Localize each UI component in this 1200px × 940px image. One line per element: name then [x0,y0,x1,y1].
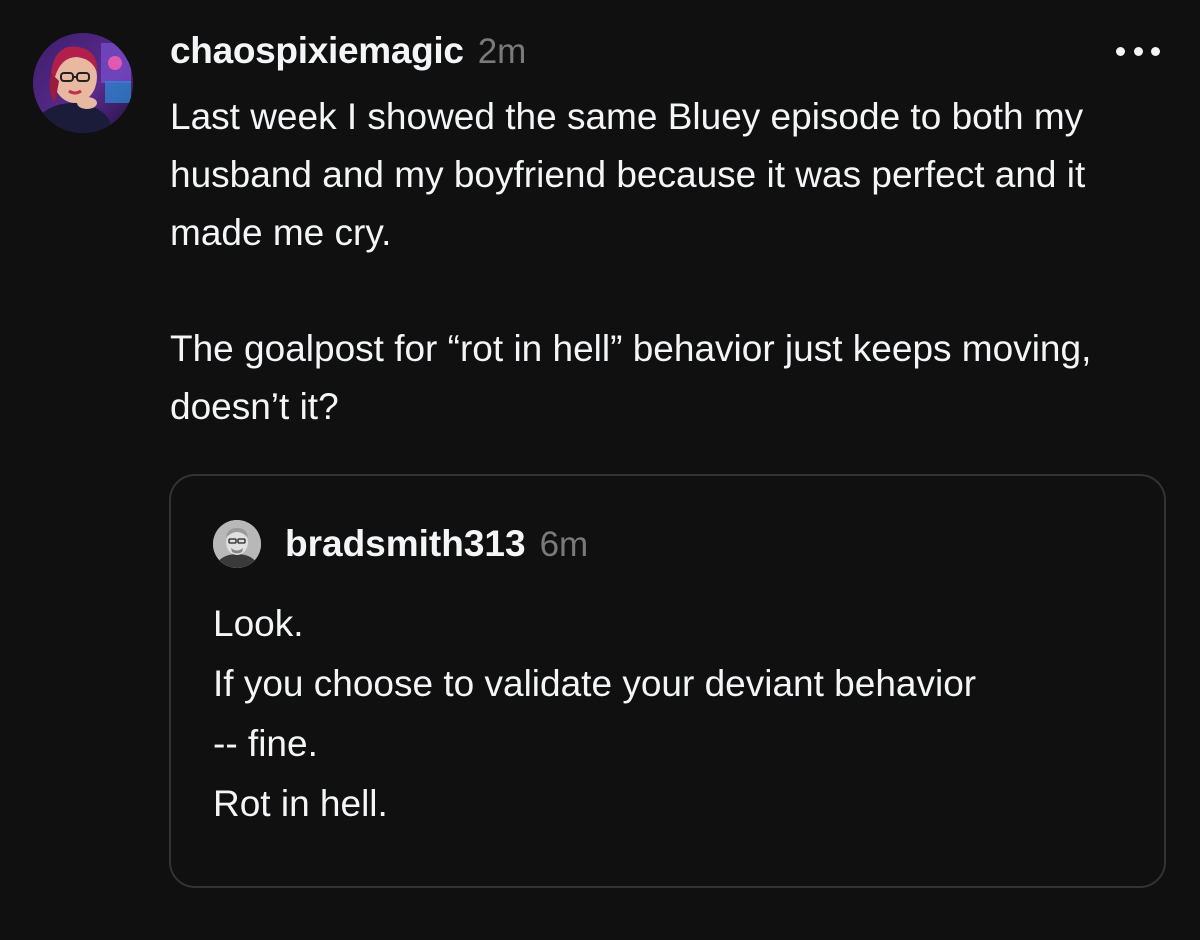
timestamp: 2m [477,32,527,71]
quoted-line: If you choose to validate your deviant b… [213,663,977,704]
quoted-line: Rot in hell. [213,783,388,824]
timestamp: 6m [539,525,589,564]
more-dot [1133,46,1143,56]
avatar-image [33,33,133,133]
more-options-icon[interactable] [1116,36,1160,66]
avatar-image [213,520,261,568]
quoted-line: Look. [213,603,304,644]
post-paragraph: The goalpost for “rot in hell” behavior … [170,328,1092,427]
avatar[interactable] [213,520,261,568]
post-paragraph: Last week I showed the same Bluey episod… [170,96,1086,253]
quoted-user-info: bradsmith313 6m [285,523,588,565]
avatar[interactable] [33,33,133,133]
quoted-post-header: bradsmith313 6m [213,520,588,568]
more-dot [1151,46,1160,56]
post-body: Last week I showed the same Bluey episod… [170,88,1170,436]
username[interactable]: chaospixiemagic [170,30,464,72]
quoted-post-card[interactable]: bradsmith313 6m Look. If you choose to v… [169,474,1166,888]
thread-post: chaospixiemagic 2m Last week I showed th… [0,0,1200,940]
username[interactable]: bradsmith313 [285,523,526,565]
more-dot [1116,46,1125,56]
quoted-line: -- fine. [213,723,318,764]
post-header: chaospixiemagic 2m [170,30,526,80]
quoted-post-body: Look. If you choose to validate your dev… [213,594,1133,834]
